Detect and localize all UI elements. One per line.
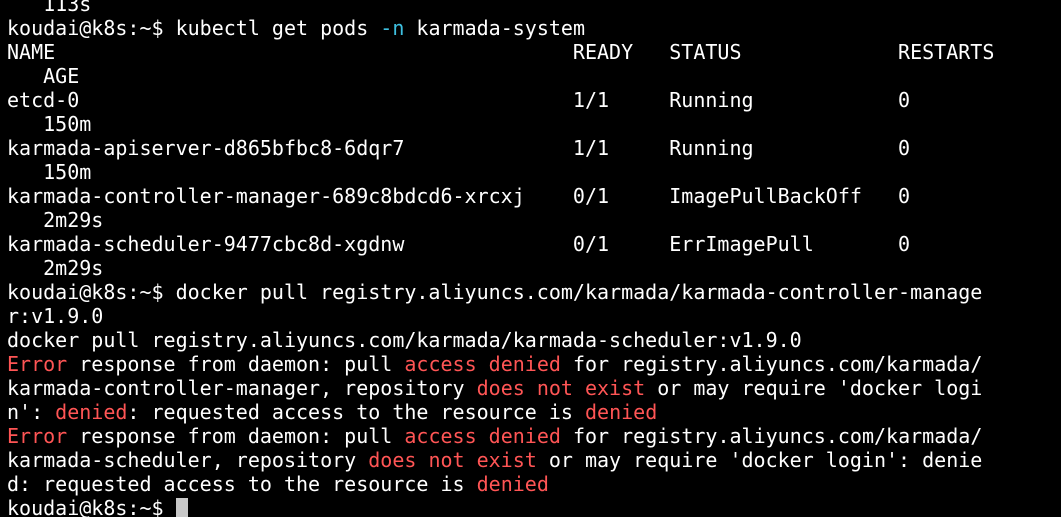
terminal-text: or may require 'docker logi	[645, 376, 983, 400]
terminal-text: for registry.aliyuncs.com/karmada/	[560, 352, 983, 376]
terminal-line: 150m	[7, 112, 994, 136]
terminal-text: karmada-controller-manager, repository	[7, 376, 477, 400]
terminal-line: 2m29s	[7, 208, 994, 232]
terminal-text: karmada-system	[404, 16, 585, 40]
terminal-text: koudai@k8s:~$	[7, 496, 176, 517]
terminal-text: 150m	[7, 160, 92, 184]
terminal-line: karmada-scheduler-9477cbc8d-xgdnw 0/1 Er…	[7, 232, 994, 256]
error-text: denied	[584, 400, 658, 424]
terminal-output: 113s koudai@k8s:~$ kubectl get pods -n ka…	[7, 0, 994, 517]
terminal-line: n': denied: requested access to the reso…	[7, 400, 994, 424]
terminal-text: 2m29s	[7, 208, 104, 232]
terminal-line: koudai@k8s:~$ docker pull registry.aliyu…	[7, 280, 994, 304]
terminal-line: koudai@k8s:~$ kubectl get pods -n karmad…	[7, 16, 994, 40]
terminal-window[interactable]: 113s koudai@k8s:~$ kubectl get pods -n ka…	[0, 0, 1061, 517]
terminal-text: or may require 'docker login': denie	[536, 448, 983, 472]
terminal-line: etcd-0 1/1 Running 0	[7, 88, 994, 112]
terminal-line: 2m29s	[7, 256, 994, 280]
terminal-line: AGE	[7, 64, 994, 88]
terminal-line: Error response from daemon: pull access …	[7, 352, 994, 376]
error-text: does not exist	[368, 448, 537, 472]
terminal-line: 113s	[7, 0, 994, 16]
terminal-text: NAME READY STATUS RESTARTS	[7, 40, 995, 64]
terminal-text: AGE	[7, 64, 80, 88]
terminal-line: 150m	[7, 160, 994, 184]
terminal-cursor[interactable]	[175, 498, 188, 517]
terminal-text: koudai@k8s:~$ docker pull registry.aliyu…	[7, 280, 983, 304]
terminal-text: response from daemon: pull	[67, 352, 405, 376]
error-text: does not exist	[476, 376, 646, 400]
terminal-text: n':	[7, 400, 56, 424]
command-flag: -n	[380, 16, 405, 40]
terminal-line: karmada-scheduler, repository does not e…	[7, 448, 994, 472]
error-text: denied	[55, 400, 128, 424]
terminal-text: karmada-apiserver-d865bfbc8-6dqr7 1/1 Ru…	[7, 136, 911, 160]
terminal-text: r:v1.9.0	[7, 304, 104, 328]
error-text: access denied	[404, 352, 561, 376]
terminal-text: response from daemon: pull	[67, 424, 405, 448]
error-text: Error	[7, 352, 68, 376]
terminal-line: Error response from daemon: pull access …	[7, 424, 994, 448]
terminal-text: etcd-0 1/1 Running 0	[7, 88, 911, 112]
terminal-text: 2m29s	[7, 256, 104, 280]
error-text: Error	[7, 424, 68, 448]
terminal-line: NAME READY STATUS RESTARTS	[7, 40, 994, 64]
error-text: denied	[476, 472, 549, 496]
terminal-line: docker pull registry.aliyuncs.com/karmad…	[7, 328, 994, 352]
terminal-text: karmada-scheduler, repository	[7, 448, 369, 472]
terminal-text: 150m	[7, 112, 92, 136]
error-text: access denied	[404, 424, 561, 448]
terminal-line: r:v1.9.0	[7, 304, 994, 328]
terminal-text: for registry.aliyuncs.com/karmada/	[560, 424, 983, 448]
terminal-text: 113s	[7, 0, 92, 16]
terminal-text: karmada-scheduler-9477cbc8d-xgdnw 0/1 Er…	[7, 232, 911, 256]
terminal-line: d: requested access to the resource is d…	[7, 472, 994, 496]
terminal-text: d: requested access to the resource is	[7, 472, 477, 496]
terminal-text: karmada-controller-manager-689c8bdcd6-xr…	[7, 184, 911, 208]
terminal-line: karmada-controller-manager, repository d…	[7, 376, 994, 400]
terminal-line: karmada-apiserver-d865bfbc8-6dqr7 1/1 Ru…	[7, 136, 994, 160]
terminal-line: karmada-controller-manager-689c8bdcd6-xr…	[7, 184, 994, 208]
terminal-line: koudai@k8s:~$	[7, 496, 994, 517]
terminal-text: docker pull registry.aliyuncs.com/karmad…	[7, 328, 802, 352]
terminal-text: koudai@k8s:~$ kubectl get pods	[7, 16, 381, 40]
terminal-text: : requested access to the resource is	[127, 400, 585, 424]
